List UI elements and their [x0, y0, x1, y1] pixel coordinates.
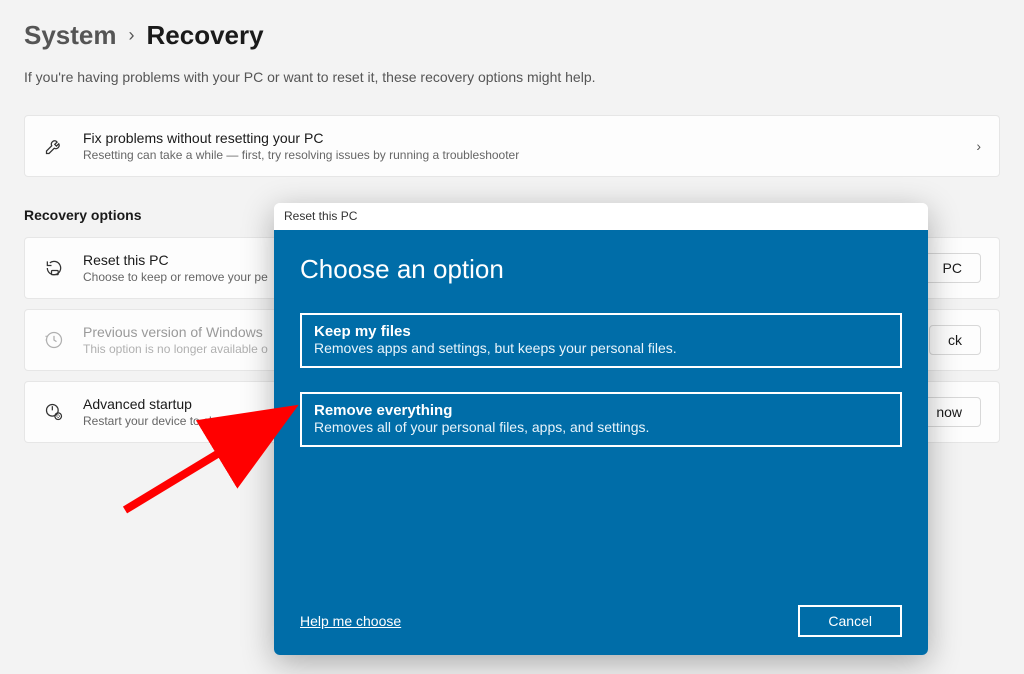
reset-pc-button[interactable]: PC [924, 253, 981, 283]
option-title: Remove everything [314, 402, 888, 419]
dialog-titlebar: Reset this PC [274, 203, 928, 229]
dialog-body: Choose an option Keep my files Removes a… [274, 230, 928, 655]
dialog-footer: Help me choose Cancel [300, 605, 902, 637]
card-desc: Resetting can take a while — first, try … [83, 148, 958, 162]
dialog-heading: Choose an option [300, 254, 902, 285]
fix-problems-card[interactable]: Fix problems without resetting your PC R… [24, 115, 1000, 177]
breadcrumb: System › Recovery [24, 20, 1000, 51]
cancel-button[interactable]: Cancel [798, 605, 902, 637]
remove-everything-option[interactable]: Remove everything Removes all of your pe… [300, 392, 902, 447]
power-gear-icon [43, 401, 65, 423]
keep-my-files-option[interactable]: Keep my files Removes apps and settings,… [300, 313, 902, 368]
wrench-icon [43, 135, 65, 157]
breadcrumb-current: Recovery [147, 20, 264, 51]
page-subtitle: If you're having problems with your PC o… [24, 69, 1000, 85]
option-desc: Removes all of your personal files, apps… [314, 419, 888, 435]
option-desc: Removes apps and settings, but keeps you… [314, 340, 888, 356]
breadcrumb-parent[interactable]: System [24, 20, 117, 51]
card-body: Fix problems without resetting your PC R… [83, 130, 958, 162]
help-me-choose-link[interactable]: Help me choose [300, 613, 401, 629]
chevron-right-icon: › [976, 138, 981, 154]
reset-icon [43, 257, 65, 279]
card-title: Fix problems without resetting your PC [83, 130, 958, 146]
go-back-button: ck [929, 325, 981, 355]
reset-pc-dialog: Reset this PC Choose an option Keep my f… [274, 203, 928, 655]
option-title: Keep my files [314, 323, 888, 340]
history-icon [43, 329, 65, 351]
chevron-right-icon: › [129, 25, 135, 46]
